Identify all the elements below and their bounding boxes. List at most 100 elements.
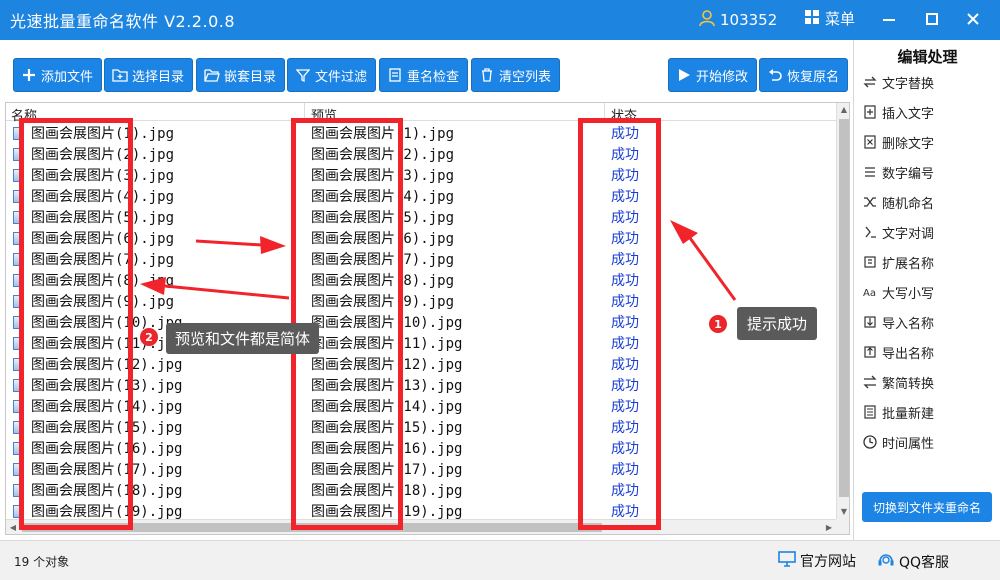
rename-check-label: 重名检查 [407,69,460,85]
vertical-scrollbar[interactable]: ▲ ▼ [836,103,849,519]
convert-icon [862,374,878,390]
sidebar-item-label: 繁简转换 [882,376,935,392]
extension-icon [862,254,878,270]
qq-support-link[interactable]: QQ客服 [877,551,949,573]
scroll-thumb[interactable] [839,119,849,497]
file-filter-label: 文件过滤 [315,69,368,85]
sidebar-item[interactable]: 批量新建 [862,399,934,425]
rename-check-button[interactable]: 重名检查 [379,58,469,92]
highlight-name-column [19,118,133,530]
sidebar-item-label: 文字替换 [882,76,935,92]
monitor-icon [778,551,796,571]
undo-icon [767,67,783,83]
svg-text:Aa: Aa [863,288,876,299]
sidebar-item[interactable]: 插入文字 [862,99,934,125]
restore-name-button[interactable]: 恢复原名 [759,58,849,92]
clear-list-button[interactable]: 清空列表 [471,58,561,92]
sidebar-item[interactable]: Aa 大写小写 [862,279,934,305]
select-dir-label: 选择目录 [132,69,185,85]
highlight-status-column [578,118,661,530]
play-icon [676,67,692,83]
scroll-down-icon[interactable]: ▼ [837,505,849,519]
add-file-label: 添加文件 [41,69,94,85]
case-icon: Aa [862,284,878,300]
sidebar-item-label: 删除文字 [882,136,935,152]
import-icon [862,314,878,330]
menu-button[interactable]: 菜单 [805,8,855,29]
sidebar-item-label: 随机命名 [882,196,935,212]
user-account[interactable]: 103352 [698,9,777,31]
sidebar-item-label: 插入文字 [882,106,935,122]
sidebar-item[interactable]: 繁简转换 [862,369,934,395]
maximize-icon [926,10,938,29]
sidebar-item[interactable]: 扩展名称 [862,249,934,275]
clear-list-label: 清空列表 [499,69,552,85]
sidebar-item-label: 导出名称 [882,346,935,362]
user-id: 103352 [720,11,778,29]
user-icon [698,9,716,31]
website-label: 官方网站 [800,554,856,570]
callout-success-hint: 提示成功 [737,307,818,340]
object-count: 19 个对象 [14,555,70,569]
start-modify-label: 开始修改 [696,69,749,85]
minimize-icon [883,10,895,29]
scroll-right-icon[interactable]: ▶ [822,520,836,534]
document-icon [387,67,403,83]
swap-icon [862,224,878,240]
replace-icon [862,74,878,90]
scroll-left-icon[interactable]: ◀ [6,520,20,534]
window-title: 光速批量重命名软件 V2.2.0.8 [10,12,236,31]
sidebar-item[interactable]: 时间属性 [862,429,934,455]
sidebar-item-label: 扩展名称 [882,256,935,272]
maximize-button[interactable] [919,6,945,32]
app-window: 光速批量重命名软件 V2.2.0.8 103352 菜单 添加文件 选择目录 嵌… [0,0,1000,580]
folder-open-icon [204,67,220,83]
menu-label: 菜单 [825,10,856,28]
sidebar-item-label: 文字对调 [882,226,935,242]
sidebar-item-label: 批量新建 [882,406,935,422]
nested-dir-label: 嵌套目录 [224,69,277,85]
scroll-corner [836,519,849,534]
callout-number-2: 2 [140,328,158,346]
sidebar-item[interactable]: 删除文字 [862,129,934,155]
grid-menu-icon [805,9,819,28]
sidebar-item[interactable]: 文字对调 [862,219,934,245]
insert-icon [862,104,878,120]
delete-icon [862,134,878,150]
sidebar-item[interactable]: 数字编号 [862,159,934,185]
toolbar: 添加文件 选择目录 嵌套目录 文件过滤 重名检查 清空列表 开始修改 恢复原名 [0,40,853,102]
sidebar-item-label: 大写小写 [882,286,935,302]
qq-support-label: QQ客服 [899,555,950,571]
headset-icon [877,551,895,573]
sidebar-title: 编辑处理 [897,48,958,66]
close-icon [967,10,979,29]
switch-folder-rename-button[interactable]: 切换到文件夹重命名 [862,492,992,522]
sidebar-item[interactable]: 导入名称 [862,309,934,335]
sidebar-item[interactable]: 导出名称 [862,339,934,365]
title-bar: 光速批量重命名软件 V2.2.0.8 103352 菜单 [0,0,1000,40]
minimize-button[interactable] [876,6,902,32]
scroll-up-icon[interactable]: ▲ [837,103,849,117]
shuffle-icon [862,194,878,210]
nested-dir-button[interactable]: 嵌套目录 [196,58,286,92]
select-dir-button[interactable]: 选择目录 [104,58,194,92]
export-icon [862,344,878,360]
add-file-button[interactable]: 添加文件 [13,58,103,92]
clock-icon [862,434,878,450]
sidebar-item[interactable]: 随机命名 [862,189,934,215]
callout-simplified-note: 预览和文件都是简体 [166,323,320,354]
number-icon [862,164,878,180]
sidebar-item[interactable]: 文字替换 [862,69,934,95]
status-bar: 19 个对象 官方网站 QQ客服 [0,540,1000,580]
file-filter-button[interactable]: 文件过滤 [287,58,377,92]
plus-icon [21,67,37,83]
official-website-link[interactable]: 官方网站 [778,551,856,571]
sidebar-item-label: 导入名称 [882,316,935,332]
filter-icon [295,67,311,83]
start-modify-button[interactable]: 开始修改 [668,58,758,92]
folder-plus-icon [112,67,128,83]
sidebar-item-label: 数字编号 [882,166,935,182]
callout-number-1: 1 [709,315,727,333]
new-batch-icon [862,404,878,420]
close-button[interactable] [960,6,986,32]
